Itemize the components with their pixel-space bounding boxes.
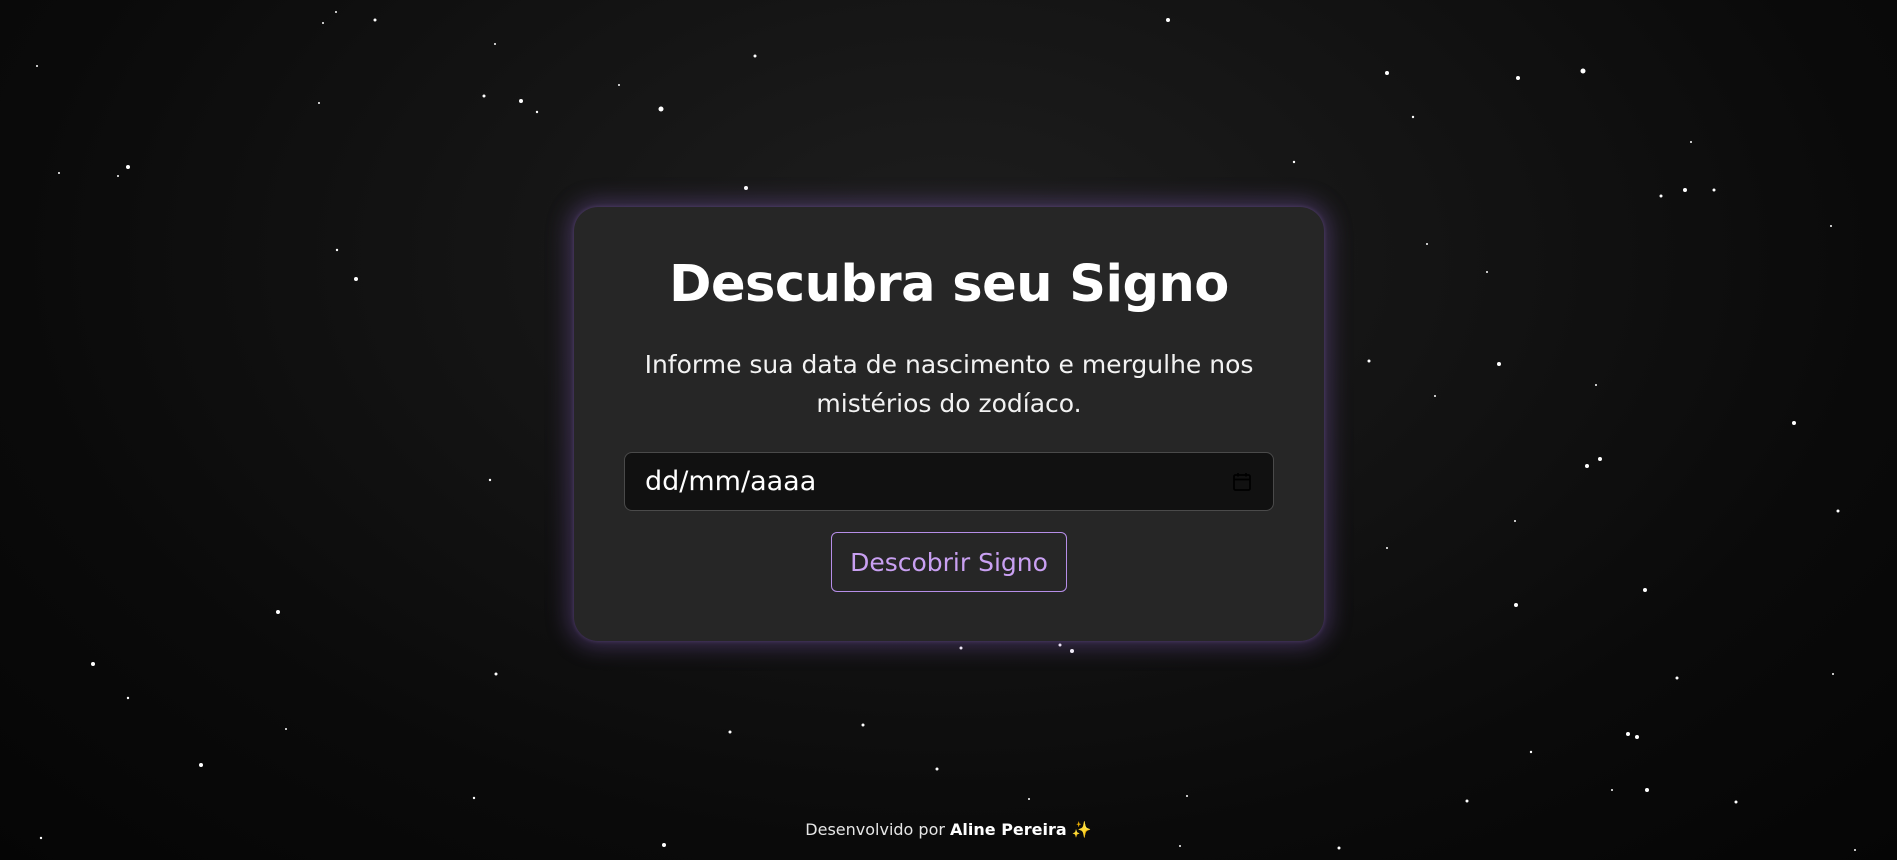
footer-prefix: Desenvolvido por xyxy=(805,820,945,839)
page: Descubra seu Signo Informe sua data de n… xyxy=(0,0,1897,860)
page-title: Descubra seu Signo xyxy=(669,255,1229,314)
footer-author: Aline Pereira xyxy=(950,820,1067,839)
footer: Desenvolvido por Aline Pereira ✨ xyxy=(0,820,1897,839)
birth-date-input[interactable]: dd/mm/aaaa xyxy=(624,452,1274,511)
discover-sign-button[interactable]: Descobrir Signo xyxy=(831,532,1067,592)
subtitle: Informe sua data de nascimento e mergulh… xyxy=(644,350,1254,418)
sign-finder-card: Descubra seu Signo Informe sua data de n… xyxy=(574,207,1324,641)
sparkles-icon: ✨ xyxy=(1071,820,1092,839)
calendar-icon[interactable] xyxy=(1231,471,1253,493)
date-placeholder[interactable]: dd/mm/aaaa xyxy=(645,466,1231,497)
